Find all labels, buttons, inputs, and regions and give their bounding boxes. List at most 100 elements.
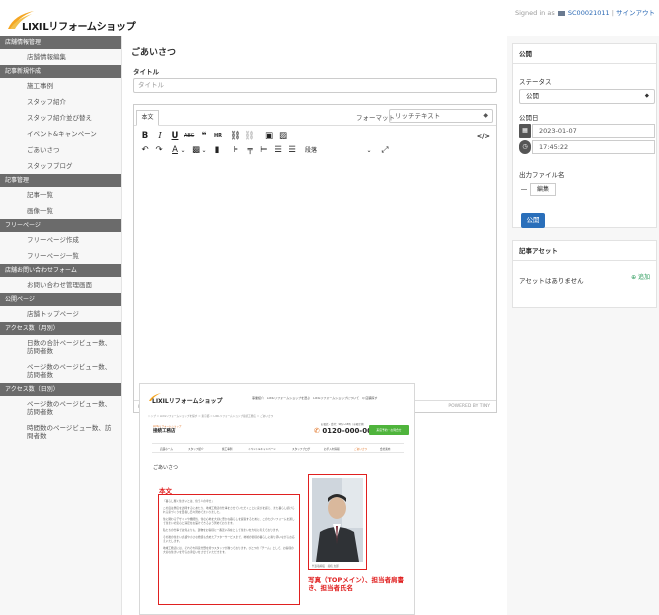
status-label: ステータス: [519, 78, 552, 86]
lixil-logo[interactable]: LIXILリフォームショップ: [6, 9, 136, 33]
clock-icon[interactable]: ◷: [519, 140, 531, 154]
signout-link[interactable]: サインアウト: [616, 9, 655, 17]
preview-paragraph: この度は弊店を訪問するにあたり、地域工務店の仕事をさせていただくことに喜びを感じ…: [163, 506, 295, 514]
preview-paragraph: 住に関わるデザインや機能性、住む心地を大切に豊かな暮らしを提案するために、このた…: [163, 517, 295, 525]
align-right-icon[interactable]: ⊨: [259, 144, 269, 157]
undo-icon[interactable]: ↶: [140, 144, 150, 157]
paragraph-select[interactable]: 段落: [302, 144, 320, 157]
editor-content-area[interactable]: [134, 157, 496, 400]
preview-breadcrumb: トップ ＞ LIXILリフォームショップを探す ＞ 東京都 ＞ LIXILリフォ…: [148, 415, 274, 418]
add-asset-link[interactable]: ⊕ 追加: [631, 272, 650, 281]
text-color-icon[interactable]: A: [170, 144, 180, 157]
powered-by-tiny[interactable]: POWERED BY TINY: [448, 401, 490, 412]
person-photo-icon: [312, 478, 363, 562]
publish-card: 公開 ステータス 公開 ◆ 公開日 ▦ 2023-01-07 ◷ 17:45:2…: [512, 43, 657, 228]
blockquote-icon[interactable]: ❝: [199, 130, 209, 143]
source-code-icon[interactable]: </>: [477, 130, 490, 143]
sidebar-item-staff[interactable]: スタッフ紹介: [0, 94, 121, 110]
link-icon[interactable]: ⛓: [230, 130, 241, 143]
preview-staff-photo-box: 代表取締役 接続 太郎: [308, 474, 367, 570]
preview-menu-item: ごあいさつ: [354, 448, 367, 451]
media-icon[interactable]: ▣: [264, 130, 274, 143]
title-input[interactable]: タイトル: [133, 78, 497, 93]
preview-photo-annotation: 写真（TOPメイン）、担当者肩書き、担当者氏名: [308, 576, 404, 592]
align-left-icon[interactable]: ⊧: [231, 144, 241, 157]
sidebar-item-contact-manage[interactable]: お問い合わせ管理画面: [0, 277, 121, 293]
preview-logo-text: LIXILリフォームショップ: [152, 398, 223, 405]
sidebar-item-monthly-pages[interactable]: ページ数のページビュー数、訪問者数: [0, 359, 121, 383]
app: LIXILリフォームショップ Signed in as SC00021011 |…: [0, 0, 659, 615]
strikethrough-icon[interactable]: ABC: [184, 130, 194, 143]
status-select-value: 公開: [526, 92, 539, 100]
sidebar-item-free-page-create[interactable]: フリーページ作成: [0, 232, 121, 248]
outdent-icon[interactable]: ☰: [287, 144, 297, 157]
publish-button[interactable]: 公開: [521, 213, 545, 228]
sidebar-section-contact-form: 店舗お問い合わせフォーム: [0, 264, 121, 277]
format-select[interactable]: リッチテキスト ◆: [389, 109, 493, 123]
sidebar-item-article-list[interactable]: 記事一覧: [0, 187, 121, 203]
user-id-link[interactable]: SC00021011: [568, 9, 610, 17]
sidebar-item-greeting[interactable]: ごあいさつ: [0, 142, 121, 158]
sidebar-item-image-list[interactable]: 画像一覧: [0, 203, 121, 219]
sidebar-item-store-edit[interactable]: 店舗情報編集: [0, 49, 121, 65]
preview-menu-item: スタッフ紹介: [188, 448, 204, 451]
date-row: ▦ 2023-01-07: [519, 124, 655, 138]
preview-shop-name: 接続工務店: [153, 429, 176, 434]
sidebar-item-daily-pages[interactable]: ページ数のページビュー数、訪問者数: [0, 396, 121, 420]
horizontal-rule-icon[interactable]: HR: [213, 130, 223, 143]
signed-in-info: Signed in as SC00021011 | サインアウト: [515, 7, 655, 17]
sidebar: 店舗情報管理 店舗情報編集 記事新規作成 施工事例 スタッフ紹介 スタッフ紹介並…: [0, 36, 122, 615]
greeting-page-preview: LIXILリフォームショップ 事業紹介 LIXILリフォームショップを選ぶ LI…: [139, 383, 415, 615]
preview-menu: 店舗ホーム スタッフ紹介 施工事例 イベント&キャンペーン スタッフブログ お手…: [152, 443, 404, 453]
time-input[interactable]: 17:45:22: [532, 140, 655, 154]
indent-icon[interactable]: ☰: [273, 144, 283, 157]
article-asset-card: 記事アセット ⊕ 追加 アセットはありません: [512, 240, 657, 308]
calendar-icon[interactable]: ▦: [519, 124, 531, 138]
text-color-chevron-icon[interactable]: ⌄: [180, 144, 186, 157]
date-input[interactable]: 2023-01-07: [532, 124, 655, 138]
unlink-icon[interactable]: ⛓: [244, 130, 255, 143]
no-asset-text: アセットはありません: [519, 277, 584, 285]
sidebar-section-access-monthly: アクセス数（月別）: [0, 322, 121, 335]
block-icon[interactable]: ▮: [212, 144, 222, 157]
paragraph-chevron-icon[interactable]: ⌄: [364, 144, 374, 157]
sidebar-item-staff-order[interactable]: スタッフ紹介並び替え: [0, 110, 121, 126]
preview-paragraph: その後の住まい点検や小さな修繕も含めたアフターサービスまで、地域の皆様の暮らしに…: [163, 535, 295, 543]
align-center-icon[interactable]: ╤: [245, 144, 255, 157]
tab-body[interactable]: 本文: [136, 110, 159, 126]
time-row: ◷ 17:45:22: [519, 140, 655, 154]
preview-menu-item: 会社案内: [380, 448, 391, 451]
preview-body-text: 「暮らし輝く住まいとは、住う人の幸せ」 この度は弊店を訪問するにあたり、地域工務…: [158, 494, 300, 605]
sidebar-item-monthly-days[interactable]: 日数の合計ページビュー数、訪問者数: [0, 335, 121, 359]
background-color-chevron-icon[interactable]: ⌄: [201, 144, 207, 157]
status-select[interactable]: 公開 ◆: [519, 89, 655, 104]
sidebar-item-staff-blog[interactable]: スタッフブログ: [0, 158, 121, 174]
italic-icon[interactable]: I: [155, 130, 165, 143]
user-flag-icon: [557, 10, 565, 16]
sidebar-item-case-study[interactable]: 施工事例: [0, 78, 121, 94]
page-title: ごあいさつ: [131, 48, 177, 58]
sidebar-item-daily-hours[interactable]: 時間数のページビュー数、訪問者数: [0, 420, 121, 444]
filename-edit-button[interactable]: 編集: [530, 183, 556, 196]
sidebar-section-access-daily: アクセス数（日別）: [0, 383, 121, 396]
title-label: タイトル: [133, 68, 159, 76]
background-color-icon[interactable]: ▩: [191, 144, 201, 157]
underline-icon[interactable]: U: [170, 130, 180, 143]
separator: |: [611, 9, 614, 17]
sidebar-section-new-article: 記事新規作成: [0, 65, 121, 78]
preview-menu-item: 施工事例: [222, 448, 233, 451]
bold-icon[interactable]: B: [140, 130, 150, 143]
clear-format-icon[interactable]: ⤢: [380, 144, 390, 157]
format-select-value: リッチテキスト: [395, 112, 441, 120]
image-icon[interactable]: ▨: [278, 130, 288, 143]
redo-icon[interactable]: ↷: [154, 144, 164, 157]
preview-menu-item: イベント&キャンペーン: [248, 448, 276, 451]
preview-tel: ✆ 0120-000-000: [314, 427, 377, 435]
sidebar-item-free-page-list[interactable]: フリーページ一覧: [0, 248, 121, 264]
sidebar-item-store-top[interactable]: 店舗トップページ: [0, 306, 121, 322]
publish-date-label: 公開日: [519, 114, 539, 122]
preview-cta-button: 来店予約・お問合せ: [369, 425, 409, 435]
editor-tab-bar: 本文 フォーマット リッチテキスト ◆: [134, 105, 496, 126]
toolbar-row-2: ↶ ↷ A ⌄ ▩ ⌄ ▮ ⊧ ╤ ⊨ ☰ ☰ 段落 ⌄ ⤢: [134, 143, 496, 158]
sidebar-item-events[interactable]: イベント&キャンペーン: [0, 126, 121, 142]
